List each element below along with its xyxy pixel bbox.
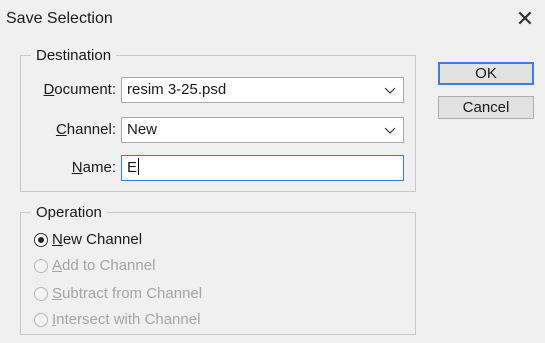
document-select[interactable]: resim 3-25.psd — [121, 77, 404, 103]
text-caret — [138, 158, 140, 175]
ok-button[interactable]: OK — [438, 62, 534, 85]
radio-icon — [34, 287, 48, 301]
document-label-rest: ocument: — [54, 81, 116, 98]
radio-add-to-channel-key: A — [52, 257, 63, 274]
cancel-button[interactable]: Cancel — [438, 96, 534, 119]
radio-new-channel-label: New Channel — [52, 229, 142, 251]
name-input[interactable]: E — [121, 155, 404, 181]
radio-icon — [34, 313, 48, 327]
name-value: E — [127, 159, 138, 176]
radio-icon — [34, 233, 48, 247]
radio-intersect-with-channel-label: Intersect with Channel — [52, 309, 200, 331]
document-value: resim 3-25.psd — [127, 81, 227, 98]
title-bar: Save Selection ✕ — [0, 0, 545, 40]
operation-legend: Operation — [36, 204, 102, 221]
close-icon[interactable]: ✕ — [511, 4, 539, 34]
name-label: Name: — [31, 155, 116, 181]
radio-new-channel-rest: ew Channel — [62, 231, 143, 248]
radio-add-to-channel-label: Add to Channel — [52, 255, 155, 277]
radio-add-to-channel-rest: dd to Channel — [62, 257, 156, 274]
radio-icon — [34, 259, 48, 273]
destination-legend: Destination — [36, 47, 112, 64]
dialog-title: Save Selection — [6, 10, 113, 27]
name-label-key: N — [71, 159, 83, 176]
channel-label: Channel: — [31, 117, 116, 143]
channel-select[interactable]: New — [121, 117, 404, 143]
radio-subtract-from-channel-key: S — [52, 285, 63, 302]
radio-subtract-from-channel-label: Subtract from Channel — [52, 283, 202, 305]
channel-value: New — [127, 121, 158, 138]
name-label-rest: ame: — [82, 159, 116, 176]
radio-subtract-from-channel-rest: ubtract from Channel — [62, 285, 203, 302]
radio-new-channel-key: N — [52, 231, 63, 248]
channel-label-key: C — [55, 121, 67, 138]
document-label-key: D — [43, 81, 55, 98]
chevron-down-icon — [384, 127, 396, 134]
channel-label-rest: hannel: — [66, 121, 116, 138]
document-label: Document: — [31, 77, 116, 103]
chevron-down-icon — [384, 87, 396, 94]
radio-intersect-with-channel-rest: ntersect with Channel — [56, 311, 201, 328]
